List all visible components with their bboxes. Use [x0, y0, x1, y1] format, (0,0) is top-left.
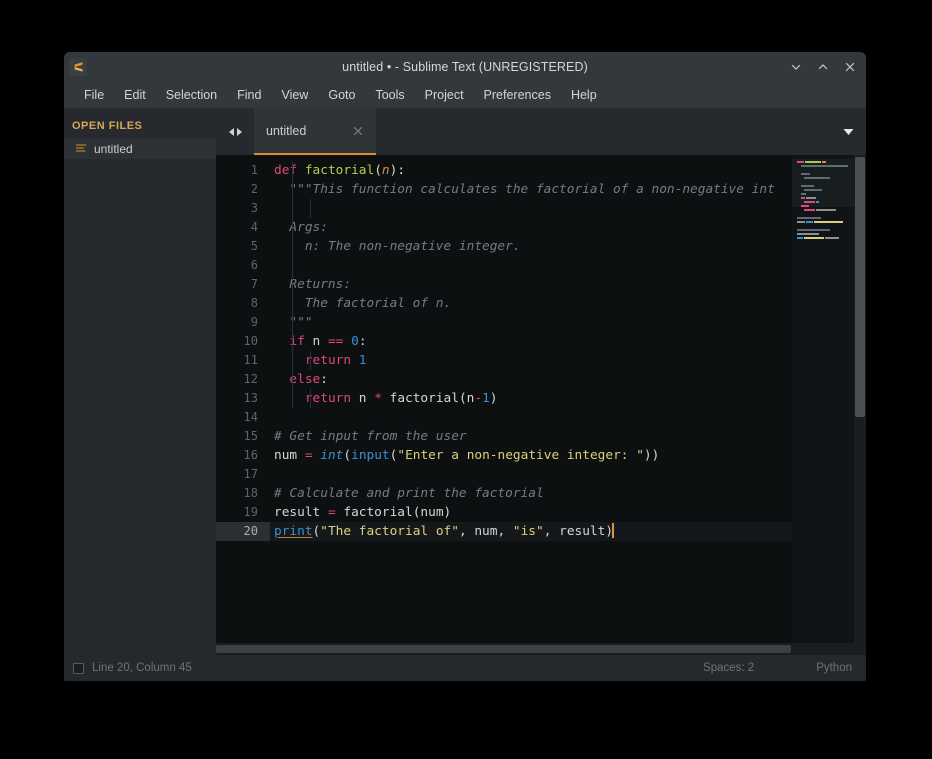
code-line-4: Args:	[270, 218, 792, 237]
close-icon[interactable]	[842, 59, 858, 75]
chevron-down-icon	[843, 123, 854, 141]
line-number: 7	[216, 275, 270, 294]
minimap-viewport[interactable]	[792, 159, 854, 207]
menu-item-selection[interactable]: Selection	[156, 86, 227, 105]
status-bar: Line 20, Column 45 Spaces: 2 Python	[64, 655, 866, 681]
menu-item-view[interactable]: View	[271, 86, 318, 105]
line-number-active: 20	[216, 522, 270, 541]
close-icon[interactable]	[352, 125, 364, 137]
sidebar: OPEN FILES untitled	[64, 108, 216, 655]
code-line-8: The factorial of n.	[270, 294, 792, 313]
window-title: untitled • - Sublime Text (UNREGISTERED)	[64, 60, 866, 74]
tab-untitled[interactable]: untitled	[254, 108, 376, 155]
line-number: 3	[216, 199, 270, 218]
minimap[interactable]	[792, 155, 854, 643]
line-number: 5	[216, 237, 270, 256]
code-line-6	[270, 256, 792, 275]
menu-item-goto[interactable]: Goto	[318, 86, 365, 105]
minimize-icon[interactable]	[788, 59, 804, 75]
code-line-1: def factorial(n):	[270, 161, 792, 180]
code-line-16: num = int(input("Enter a non-negative in…	[270, 446, 792, 465]
syntax-status[interactable]: Python	[816, 662, 852, 674]
horizontal-scrollbar[interactable]	[216, 643, 866, 655]
code-line-10: if n == 0:	[270, 332, 792, 351]
maximize-icon[interactable]	[815, 59, 831, 75]
code-line-12: else:	[270, 370, 792, 389]
menu-item-preferences[interactable]: Preferences	[474, 86, 561, 105]
code-line-19: result = factorial(num)	[270, 503, 792, 522]
indentation-status[interactable]: Spaces: 2	[703, 662, 754, 674]
indent-guide	[310, 199, 311, 218]
line-number: 13	[216, 389, 270, 408]
line-number: 19	[216, 503, 270, 522]
status-bar-right: Spaces: 2 Python	[703, 662, 852, 674]
indent-guide	[310, 389, 311, 408]
text-cursor	[612, 523, 614, 538]
line-number: 16	[216, 446, 270, 465]
code-line-3	[270, 199, 792, 218]
line-number: 14	[216, 408, 270, 427]
line-number: 2	[216, 180, 270, 199]
window-body: OPEN FILES untitled untitled	[64, 108, 866, 655]
sublime-text-window: untitled • - Sublime Text (UNREGISTERED)…	[64, 52, 866, 681]
code-line-5: n: The non-negative integer.	[270, 237, 792, 256]
sidebar-item-untitled[interactable]: untitled	[64, 138, 216, 159]
horizontal-scrollbar-thumb[interactable]	[216, 645, 791, 653]
line-number: 18	[216, 484, 270, 503]
code-line-9: """	[270, 313, 792, 332]
indent-guide	[292, 161, 293, 313]
code-line-2: """This function calculates the factoria…	[270, 180, 792, 199]
menu-item-edit[interactable]: Edit	[114, 86, 156, 105]
arrow-right-icon[interactable]	[237, 128, 242, 136]
menu-item-tools[interactable]: Tools	[365, 86, 414, 105]
line-number: 17	[216, 465, 270, 484]
code-line-14	[270, 408, 792, 427]
code-line-13: return n * factorial(n-1)	[270, 389, 792, 408]
window-controls	[788, 59, 866, 75]
cursor-position-status: Line 20, Column 45	[92, 662, 192, 674]
indent-guide	[310, 351, 311, 370]
file-lines-icon	[76, 144, 87, 153]
title-bar: untitled • - Sublime Text (UNREGISTERED)	[64, 52, 866, 82]
menu-item-file[interactable]: File	[74, 86, 114, 105]
sublime-text-logo-icon	[69, 58, 87, 76]
line-number: 4	[216, 218, 270, 237]
line-number: 11	[216, 351, 270, 370]
code-line-18: # Calculate and print the factorial	[270, 484, 792, 503]
tab-bar: untitled	[216, 108, 866, 155]
line-number: 8	[216, 294, 270, 313]
code-line-20: print("The factorial of", num, "is", res…	[270, 522, 792, 541]
line-number: 12	[216, 370, 270, 389]
line-number-gutter: 1 2 3 4 5 6 7 8 9 10 11 12 13 14 15 16 1	[216, 155, 270, 643]
menu-bar: File Edit Selection Find View Goto Tools…	[64, 82, 866, 108]
code-line-7: Returns:	[270, 275, 792, 294]
menu-item-project[interactable]: Project	[415, 86, 474, 105]
code-line-11: return 1	[270, 351, 792, 370]
menu-item-find[interactable]: Find	[227, 86, 271, 105]
line-number: 15	[216, 427, 270, 446]
tab-overflow-menu[interactable]	[843, 108, 866, 155]
sidebar-toggle-icon[interactable]	[73, 663, 84, 674]
arrow-left-icon[interactable]	[229, 128, 234, 136]
line-number: 10	[216, 332, 270, 351]
code-editor[interactable]: 1 2 3 4 5 6 7 8 9 10 11 12 13 14 15 16 1	[216, 155, 866, 643]
sidebar-section-open-files: OPEN FILES	[64, 118, 216, 138]
line-number: 9	[216, 313, 270, 332]
line-number: 1	[216, 161, 270, 180]
tab-label: untitled	[266, 124, 306, 138]
vertical-scrollbar-thumb[interactable]	[855, 157, 865, 417]
code-line-15: # Get input from the user	[270, 427, 792, 446]
indent-guide	[292, 313, 293, 408]
vertical-scrollbar[interactable]	[854, 155, 866, 643]
editor-column: untitled 1 2 3 4	[216, 108, 866, 655]
tab-navigation	[216, 108, 254, 155]
line-number: 6	[216, 256, 270, 275]
code-text-area[interactable]: def factorial(n): """This function calcu…	[270, 155, 792, 643]
sidebar-item-label: untitled	[94, 142, 133, 156]
code-line-17	[270, 465, 792, 484]
menu-item-help[interactable]: Help	[561, 86, 607, 105]
